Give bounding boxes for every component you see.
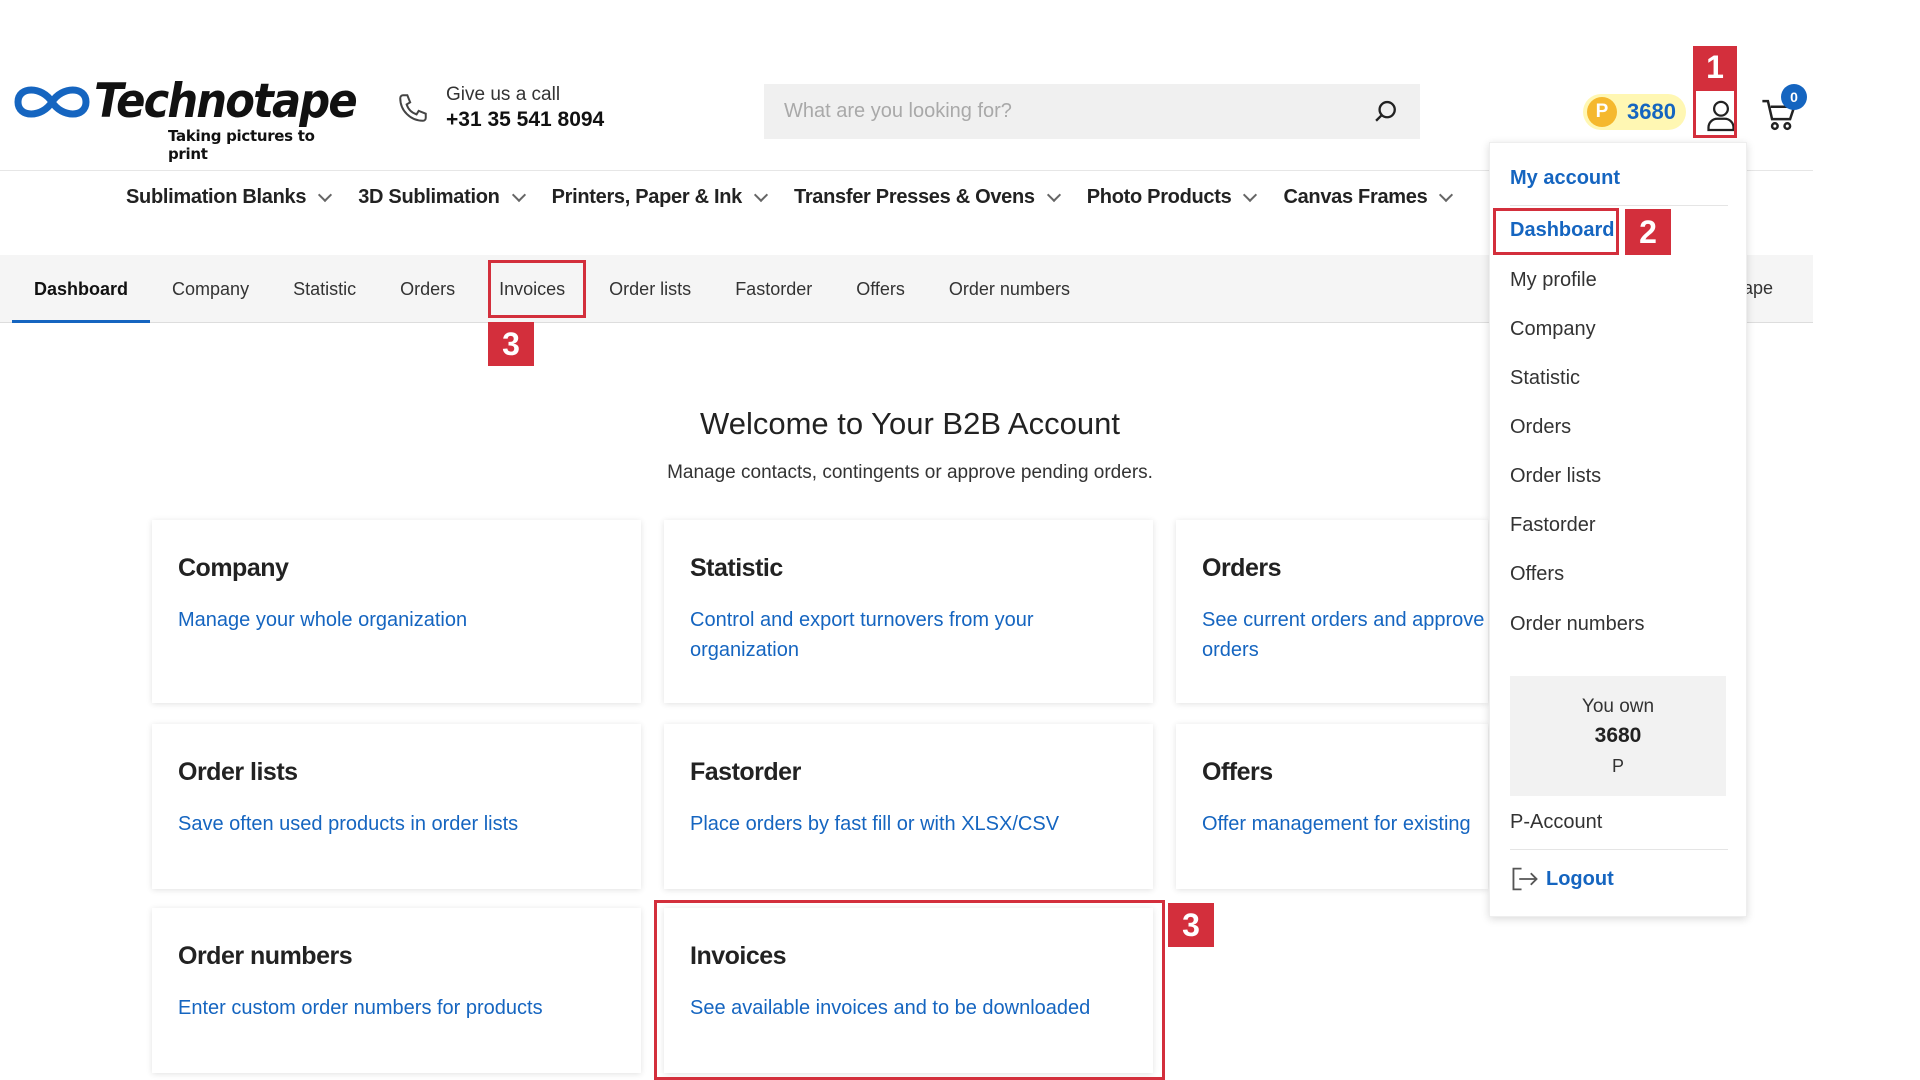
points-owned-label: You own	[1581, 696, 1655, 717]
card-link[interactable]: Place orders by fast fill or with XLSX/C…	[690, 809, 1127, 839]
cart-count-badge: 0	[1781, 84, 1807, 110]
card-fastorder[interactable]: Fastorder Place orders by fast fill or w…	[664, 724, 1153, 889]
card-link[interactable]: See current orders and approve orders	[1202, 605, 1488, 665]
category-3d-sublimation[interactable]: 3D Sublimation	[358, 186, 526, 209]
technotape-logo[interactable]: Technotape Taking pictures to print	[12, 72, 358, 163]
card-link[interactable]: Offer management for existing	[1202, 809, 1471, 839]
points-owned-value: 3680	[1594, 724, 1642, 747]
infinity-logo-icon	[14, 86, 90, 118]
points-owned-box: You own 3680 P	[1510, 676, 1726, 796]
category-photo-products[interactable]: Photo Products	[1087, 186, 1258, 209]
card-title: Offers	[1202, 758, 1273, 786]
chevron-down-icon	[1243, 187, 1258, 202]
card-order-numbers[interactable]: Order numbers Enter custom order numbers…	[152, 908, 641, 1073]
annotation-highlight-invoices-card	[654, 900, 1165, 1080]
card-title: Fastorder	[690, 758, 801, 786]
menu-item-fastorder[interactable]: Fastorder	[1510, 514, 1596, 537]
tab-offers[interactable]: Offers	[834, 255, 927, 323]
card-link[interactable]: Enter custom order numbers for products	[178, 993, 615, 1023]
tab-orders[interactable]: Orders	[378, 255, 477, 323]
menu-item-p-account[interactable]: P-Account	[1510, 811, 1602, 834]
menu-item-order-lists[interactable]: Order lists	[1510, 465, 1601, 488]
chevron-down-icon	[753, 187, 769, 202]
account-dropdown-menu: My account Dashboard My profile Company …	[1489, 142, 1747, 917]
call-number[interactable]: +31 35 541 8094	[446, 108, 604, 132]
category-printers-paper-ink[interactable]: Printers, Paper & Ink	[552, 186, 769, 209]
menu-item-company[interactable]: Company	[1510, 318, 1596, 341]
tab-order-numbers[interactable]: Order numbers	[927, 255, 1092, 323]
annotation-step-1: 1	[1693, 46, 1737, 88]
menu-item-orders[interactable]: Orders	[1510, 416, 1571, 439]
card-title: Orders	[1202, 554, 1281, 582]
menu-item-my-profile[interactable]: My profile	[1510, 269, 1597, 292]
search-bar	[764, 84, 1420, 139]
category-nav: Sublimation Blanks 3D Sublimation Printe…	[126, 186, 1454, 209]
annotation-highlight-dashboard	[1493, 208, 1619, 255]
card-order-lists[interactable]: Order lists Save often used products in …	[152, 724, 641, 889]
category-canvas-frames[interactable]: Canvas Frames	[1283, 186, 1454, 209]
card-link[interactable]: Manage your whole organization	[178, 605, 615, 635]
annotation-step-2: 2	[1625, 209, 1671, 255]
card-title: Statistic	[690, 554, 783, 582]
card-orders[interactable]: Orders See current orders and approve or…	[1176, 520, 1488, 703]
tab-order-lists[interactable]: Order lists	[587, 255, 713, 323]
chevron-down-icon	[1439, 187, 1454, 202]
annotation-step-3-card: 3	[1168, 903, 1214, 947]
category-transfer-presses-ovens[interactable]: Transfer Presses & Ovens	[794, 186, 1061, 209]
points-owned-unit: P	[1611, 756, 1624, 776]
annotation-highlight-invoices-tab	[488, 260, 586, 318]
card-company[interactable]: Company Manage your whole organization	[152, 520, 641, 703]
chevron-down-icon	[511, 187, 526, 202]
dropdown-heading-my-account[interactable]: My account	[1510, 167, 1620, 190]
card-title: Order lists	[178, 758, 298, 786]
points-coin-icon: P	[1587, 97, 1617, 127]
menu-item-order-numbers[interactable]: Order numbers	[1510, 613, 1645, 636]
category-sublimation-blanks[interactable]: Sublimation Blanks	[126, 186, 333, 209]
card-link[interactable]: Control and export turnovers from your o…	[690, 605, 1127, 665]
call-block[interactable]: Give us a call +31 35 541 8094	[396, 84, 604, 132]
divider	[1510, 205, 1728, 206]
logout-link[interactable]: Logout	[1510, 865, 1614, 893]
tab-statistic[interactable]: Statistic	[271, 255, 378, 323]
card-title: Order numbers	[178, 942, 353, 970]
annotation-highlight-account	[1693, 88, 1737, 138]
menu-item-statistic[interactable]: Statistic	[1510, 367, 1580, 390]
search-input[interactable]	[784, 100, 1372, 123]
call-label: Give us a call	[446, 84, 561, 105]
card-statistic[interactable]: Statistic Control and export turnovers f…	[664, 520, 1153, 703]
cart-button[interactable]: 0	[1757, 84, 1807, 138]
tab-company[interactable]: Company	[150, 255, 271, 323]
chevron-down-icon	[318, 187, 333, 202]
points-balance[interactable]: P 3680	[1583, 94, 1686, 130]
phone-icon	[399, 94, 427, 122]
points-value: 3680	[1627, 99, 1676, 124]
chevron-down-icon	[1046, 187, 1061, 202]
card-offers[interactable]: Offers Offer management for existing	[1176, 724, 1488, 889]
annotation-step-3-tab: 3	[488, 322, 534, 366]
logout-icon	[1512, 867, 1538, 891]
logo-wordmark: Technotape	[94, 74, 358, 129]
logout-label: Logout	[1546, 867, 1614, 890]
card-title: Company	[178, 554, 289, 582]
logo-tagline: Taking pictures to print	[168, 127, 315, 163]
card-link[interactable]: Save often used products in order lists	[178, 809, 615, 839]
tab-dashboard[interactable]: Dashboard	[12, 255, 151, 323]
search-icon[interactable]	[1372, 98, 1400, 126]
menu-item-offers[interactable]: Offers	[1510, 563, 1564, 586]
tab-fastorder[interactable]: Fastorder	[713, 255, 834, 323]
divider	[1510, 849, 1728, 850]
